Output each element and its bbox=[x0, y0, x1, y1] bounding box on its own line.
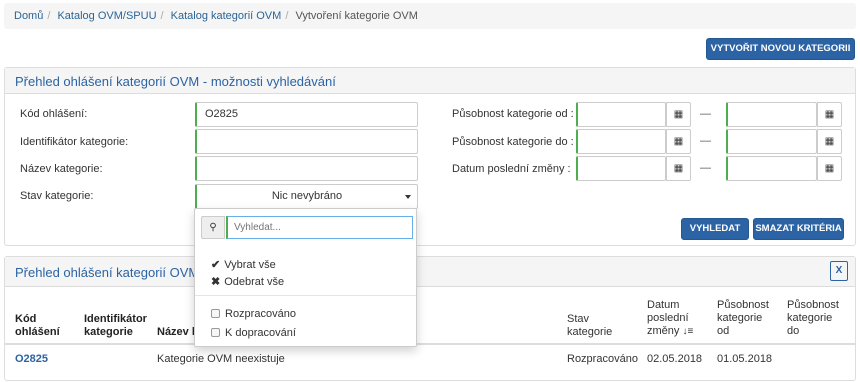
validity-from-start-input[interactable] bbox=[576, 102, 666, 127]
header-line: ohlášení bbox=[15, 326, 60, 338]
option-label: K dopracování bbox=[225, 327, 296, 339]
row-valid-from: 01.05.2018 bbox=[717, 353, 773, 365]
validity-from-end-input[interactable] bbox=[726, 102, 817, 127]
last-change-end-input[interactable] bbox=[726, 156, 817, 181]
report-code-input[interactable]: O2825 bbox=[195, 102, 418, 127]
header-line: Identifikátor bbox=[84, 313, 147, 325]
header-line: od bbox=[717, 325, 730, 337]
clear-criteria-button[interactable]: SMAZAT KRITÉRIA bbox=[753, 218, 844, 240]
validity-to-end-input[interactable] bbox=[726, 129, 817, 154]
category-name-input[interactable] bbox=[195, 156, 418, 181]
validity-to-label: Působnost kategorie do : bbox=[452, 136, 574, 148]
results-panel-title: Přehled ohlášení kategorií OVM bbox=[5, 257, 855, 287]
deselect-all-option[interactable]: ✖ Odebrat vše bbox=[211, 275, 284, 288]
header-line: Působnost bbox=[717, 299, 769, 311]
header-line: Název k bbox=[157, 326, 198, 338]
column-header-name[interactable]: Název k bbox=[157, 326, 198, 339]
header-line: do bbox=[787, 325, 800, 337]
category-state-dropdown: ⚲ ✔Vybrat vše ✖Odebrat vše Rozpracováno … bbox=[194, 208, 417, 347]
header-line: kategorie bbox=[567, 326, 613, 338]
new-category-button[interactable]: VYTVOŘIT NOVOU KATEGORII bbox=[706, 38, 855, 60]
row-last-change: 02.05.2018 bbox=[647, 353, 703, 365]
header-line: kategorie bbox=[717, 312, 763, 324]
breadcrumb-separator: / bbox=[160, 10, 164, 22]
range-dash: — bbox=[700, 108, 711, 120]
breadcrumb-category-catalog[interactable]: Katalog kategorií OVM bbox=[171, 10, 282, 22]
chevron-down-icon bbox=[405, 195, 411, 199]
column-header-state[interactable]: Stav kategorie bbox=[567, 313, 612, 339]
last-change-label: Datum poslední změny : bbox=[452, 163, 571, 175]
range-dash: — bbox=[700, 162, 711, 174]
category-id-label: Identifikátor kategorie: bbox=[20, 136, 129, 148]
calendar-icon[interactable]: ▦ bbox=[666, 129, 691, 154]
option-rozpracovano[interactable]: Rozpracováno bbox=[211, 308, 296, 320]
breadcrumb-separator: / bbox=[285, 10, 289, 22]
category-name-label: Název kategorie: bbox=[20, 163, 103, 175]
column-header-code[interactable]: Kód ohlášení bbox=[15, 313, 60, 339]
validity-from-label: Působnost kategorie od : bbox=[452, 108, 574, 120]
header-line: Působnost bbox=[787, 299, 839, 311]
excel-export-icon[interactable]: X bbox=[830, 261, 848, 281]
row-state: Rozpracováno bbox=[567, 353, 638, 365]
dropdown-search-input[interactable] bbox=[226, 216, 413, 239]
search-panel: Přehled ohlášení kategorií OVM - možnost… bbox=[4, 67, 856, 246]
search-icon: ⚲ bbox=[201, 216, 225, 239]
breadcrumb-catalog[interactable]: Katalog OVM/SPUU bbox=[57, 10, 156, 22]
header-line: Datum bbox=[647, 299, 680, 311]
category-id-input[interactable] bbox=[195, 129, 418, 154]
header-line: změny bbox=[647, 325, 680, 337]
breadcrumb-separator: / bbox=[47, 10, 51, 22]
breadcrumb-current: Vytvoření kategorie OVM bbox=[295, 10, 418, 22]
report-code-label: Kód ohlášení: bbox=[20, 108, 88, 120]
checkbox-icon[interactable] bbox=[211, 309, 220, 318]
header-line: Kód bbox=[15, 313, 37, 325]
calendar-icon[interactable]: ▦ bbox=[666, 102, 691, 127]
checkbox-icon[interactable] bbox=[211, 328, 220, 337]
dropdown-search: ⚲ bbox=[201, 216, 413, 239]
calendar-icon[interactable]: ▦ bbox=[666, 156, 691, 181]
deselect-all-label: Odebrat vše bbox=[224, 276, 285, 288]
calendar-icon[interactable]: ▦ bbox=[817, 129, 842, 154]
range-dash: — bbox=[700, 135, 711, 147]
close-icon: ✖ bbox=[211, 276, 221, 288]
row-name: Kategorie OVM neexistuje bbox=[157, 353, 285, 365]
option-label: Rozpracováno bbox=[225, 308, 296, 320]
header-line: Stav bbox=[567, 313, 590, 325]
header-line: poslední bbox=[647, 312, 689, 324]
header-line: kategorie bbox=[787, 312, 833, 324]
column-header-last-change[interactable]: Datum poslední změny ↓≡ bbox=[647, 299, 693, 338]
column-header-to[interactable]: Působnost kategorie do bbox=[787, 299, 839, 338]
calendar-icon[interactable]: ▦ bbox=[817, 102, 842, 127]
check-icon: ✔ bbox=[211, 259, 221, 271]
column-header-identifier[interactable]: Identifikátor kategorie bbox=[84, 313, 147, 339]
sort-descending-icon[interactable]: ↓≡ bbox=[682, 326, 693, 337]
column-header-from[interactable]: Působnost kategorie od bbox=[717, 299, 769, 338]
search-button[interactable]: VYHLEDAT bbox=[681, 218, 749, 240]
results-panel: Přehled ohlášení kategorií OVM X Kód ohl… bbox=[4, 256, 856, 381]
row-code-link[interactable]: O2825 bbox=[15, 353, 48, 365]
dropdown-divider bbox=[195, 295, 416, 296]
select-all-label: Vybrat vše bbox=[224, 259, 276, 271]
header-line: kategorie bbox=[84, 326, 133, 338]
option-k-dopracovani[interactable]: K dopracování bbox=[211, 327, 296, 339]
last-change-start-input[interactable] bbox=[576, 156, 666, 181]
search-panel-title: Přehled ohlášení kategorií OVM - možnost… bbox=[5, 68, 855, 94]
validity-to-start-input[interactable] bbox=[576, 129, 666, 154]
category-state-label: Stav kategorie: bbox=[20, 190, 94, 202]
calendar-icon[interactable]: ▦ bbox=[817, 156, 842, 181]
select-all-option[interactable]: ✔ Vybrat vše bbox=[211, 258, 276, 271]
table-header-divider bbox=[5, 343, 855, 345]
breadcrumb-home[interactable]: Domů bbox=[14, 10, 43, 22]
breadcrumb: Domů / Katalog OVM/SPUU / Katalog kategori… bbox=[4, 3, 856, 29]
category-state-select[interactable]: Nic nevybráno bbox=[195, 184, 418, 209]
category-state-value: Nic nevybráno bbox=[271, 190, 343, 202]
